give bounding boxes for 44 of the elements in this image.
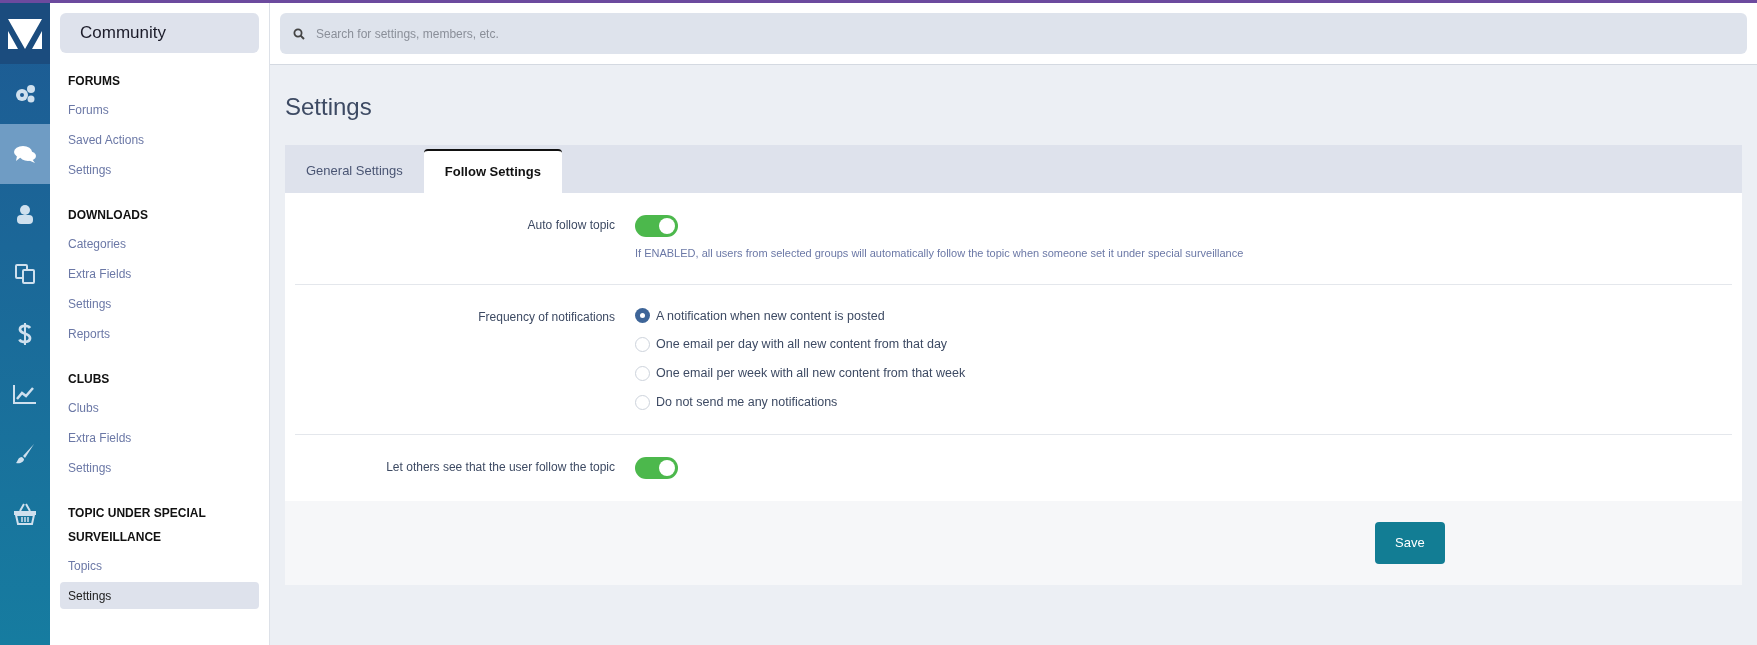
section-heading: CLUBS <box>67 371 111 388</box>
radio-label: One email per week with all new content from that week <box>656 365 966 382</box>
sidebar-item[interactable]: Saved Actions <box>60 126 259 153</box>
search-icon <box>293 28 305 40</box>
toggle-switch[interactable] <box>635 456 678 479</box>
basket-icon <box>13 503 37 525</box>
radio-button[interactable] <box>635 337 650 353</box>
line-chart-icon <box>13 384 37 404</box>
radio-button[interactable] <box>635 308 650 324</box>
radio-label: One email per day with all new content from that day <box>656 336 948 354</box>
user-icon <box>16 204 34 224</box>
sidebar-item[interactable]: Settings <box>60 290 259 317</box>
copy-icon <box>14 263 36 285</box>
sidebar-item[interactable]: Extra Fields <box>60 424 259 451</box>
dollar-icon <box>18 322 32 346</box>
section-heading: FORUMS <box>67 73 121 90</box>
radio-button[interactable] <box>635 365 650 381</box>
toggle-switch[interactable] <box>635 215 678 237</box>
setting-description: If ENABLED, all users from selected groups will automatically follow the topic when someone set it under special surveillance <box>635 246 1244 261</box>
sidebar-item[interactable]: Forums <box>60 96 259 123</box>
tab[interactable]: Follow Settings <box>423 149 562 193</box>
radio-label: A notification when new content is posted <box>656 307 885 325</box>
tab[interactable]: General Settings <box>285 149 424 193</box>
page-title: Settings <box>285 92 373 122</box>
sidebar-item[interactable]: Settings <box>60 156 259 183</box>
sidebar-title: Community <box>60 13 259 53</box>
section-heading: DOWNLOADS <box>67 207 149 224</box>
sidebar-item[interactable]: Extra Fields <box>60 260 259 287</box>
sidebar-item[interactable]: Settings <box>60 454 259 481</box>
sidebar-item[interactable]: Categories <box>60 230 259 257</box>
save-button[interactable]: Save <box>1375 521 1445 564</box>
radio-button[interactable] <box>635 394 650 410</box>
sidebar-item[interactable]: Settings <box>60 582 259 609</box>
setting-label: Auto follow topic <box>526 217 616 234</box>
section-heading: TOPIC UNDER SPECIAL SURVEILLANCE <box>67 505 207 546</box>
sidebar-item[interactable]: Clubs <box>60 394 259 421</box>
sidebar-item[interactable]: Topics <box>60 552 259 579</box>
radio-label: Do not send me any notifications <box>656 393 838 411</box>
setting-label: Let others see that the user follow the topic <box>385 458 616 476</box>
chat-icon <box>14 145 36 163</box>
sidebar-item[interactable]: Reports <box>60 320 259 347</box>
setting-label: Frequency of notifications <box>477 308 616 326</box>
gears-icon <box>14 84 36 104</box>
search-field[interactable]: Search for settings, members, etc. <box>280 13 1747 54</box>
